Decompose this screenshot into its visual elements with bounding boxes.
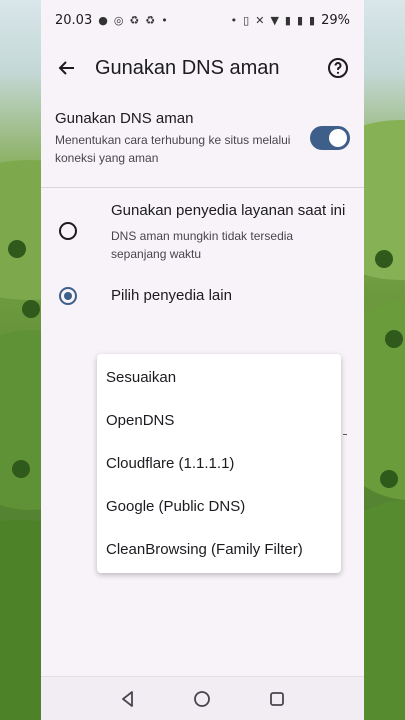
option-other-provider[interactable]: Pilih penyedia lain — [41, 263, 364, 308]
provider-dropdown-menu: Sesuaikan OpenDNS Cloudflare (1.1.1.1) G… — [97, 354, 341, 573]
chat-icon: ● — [98, 13, 108, 27]
dot-icon: • — [161, 13, 168, 27]
battery-icon: ▮ — [309, 13, 316, 27]
system-nav-bar — [41, 676, 364, 720]
sync-icon: ♻ — [129, 13, 140, 27]
help-icon — [328, 58, 348, 78]
record-icon: ◎ — [113, 13, 124, 27]
dropdown-item[interactable]: Sesuaikan — [97, 356, 341, 399]
circle-home-icon — [194, 690, 211, 707]
secure-dns-title: Gunakan DNS aman — [55, 110, 194, 127]
status-bar: 20.03 ● ◎ ♻ ♻ • • ▯ ✕ ▼ ▮ ▮ ▮ 29% — [41, 0, 364, 40]
secure-dns-toggle-row[interactable]: Gunakan DNS aman Menentukan cara terhubu… — [41, 96, 364, 181]
secure-dns-description: Menentukan cara terhubung ke situs melal… — [55, 133, 291, 165]
nav-home-button[interactable] — [190, 687, 214, 711]
wifi-icon: ▼ — [270, 13, 279, 27]
help-button[interactable] — [324, 54, 352, 82]
dropdown-item[interactable]: CleanBrowsing (Family Filter) — [97, 528, 341, 571]
radio-selected[interactable] — [59, 286, 77, 305]
tree-shape — [12, 460, 30, 478]
app-bar: Gunakan DNS aman — [41, 40, 364, 96]
back-button[interactable] — [53, 54, 81, 82]
sync-icon: ♻ — [145, 13, 156, 27]
option-title: Gunakan penyedia layanan saat ini — [111, 202, 346, 219]
status-time: 20.03 — [55, 12, 93, 28]
dropdown-item[interactable]: Cloudflare (1.1.1.1) — [97, 442, 341, 485]
nav-back-button[interactable] — [116, 687, 140, 711]
option-current-provider[interactable]: Gunakan penyedia layanan saat ini DNS am… — [41, 188, 364, 263]
signal-icon: ▮ — [296, 13, 304, 27]
tree-shape — [380, 470, 398, 488]
dropdown-item[interactable]: Google (Public DNS) — [97, 485, 341, 528]
switch-knob — [329, 129, 347, 147]
option-description: DNS aman mungkin tidak tersedia sepanjan… — [111, 229, 294, 261]
signal-icon: ▮ — [284, 13, 291, 27]
tree-shape — [22, 300, 40, 318]
dropdown-item[interactable]: OpenDNS — [97, 399, 341, 442]
settings-panel: 20.03 ● ◎ ♻ ♻ • • ▯ ✕ ▼ ▮ ▮ ▮ 29% Gunaka… — [41, 0, 364, 720]
nav-recents-button[interactable] — [265, 687, 289, 711]
tree-shape — [385, 330, 403, 348]
tree-shape — [8, 240, 26, 258]
dot-icon: • — [230, 13, 238, 27]
triangle-back-icon — [122, 690, 134, 707]
secure-dns-switch[interactable] — [310, 126, 350, 150]
page-title: Gunakan DNS aman — [95, 56, 280, 79]
tree-shape — [375, 250, 393, 268]
radio-unselected[interactable] — [59, 221, 77, 240]
arrow-back-icon — [58, 61, 74, 75]
mute-icon: ✕ — [255, 13, 265, 27]
option-title: Pilih penyedia lain — [111, 287, 232, 304]
square-recents-icon — [269, 691, 284, 706]
underline-fragment — [343, 434, 347, 435]
battery-percent: 29% — [321, 12, 350, 28]
vibrate-icon: ▯ — [243, 13, 250, 27]
